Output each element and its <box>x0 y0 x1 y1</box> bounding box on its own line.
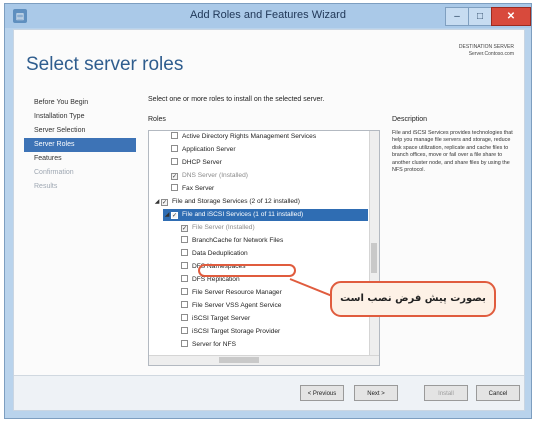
wizard-body: Select server roles DESTINATION SERVER S… <box>13 29 525 411</box>
expand-arrow-icon[interactable]: ◢ <box>163 209 171 221</box>
role-label: Data Deduplication <box>192 250 248 257</box>
wizard-window: ▤ Add Roles and Features Wizard – □ ✕ Se… <box>4 3 532 419</box>
highlight-ring <box>198 264 296 277</box>
role-row[interactable]: ✓ DNS Server (Installed) <box>163 170 368 182</box>
role-checkbox[interactable] <box>171 145 178 152</box>
role-label: File and iSCSI Services (1 of 11 install… <box>182 211 304 218</box>
role-label: Active Directory Rights Management Servi… <box>182 133 317 140</box>
role-checkbox[interactable] <box>181 327 188 334</box>
role-checkbox[interactable] <box>181 236 188 243</box>
install-button[interactable]: Install <box>424 385 468 401</box>
role-label: DNS Server (Installed) <box>182 172 248 179</box>
role-checkbox[interactable]: ✓ <box>181 225 188 232</box>
role-row[interactable]: Data Deduplication <box>173 248 368 260</box>
role-checkbox[interactable] <box>181 249 188 256</box>
role-row[interactable]: Server for NFS <box>173 339 368 351</box>
role-row[interactable]: iSCSI Target Storage Provider <box>173 326 368 338</box>
role-checkbox[interactable] <box>181 262 188 269</box>
role-row[interactable]: Fax Server <box>163 183 368 195</box>
role-checkbox[interactable]: ✓ <box>171 212 178 219</box>
role-label: DFS Replication <box>192 276 240 283</box>
role-label: BranchCache for Network Files <box>192 237 284 244</box>
role-row[interactable]: ◢ ✓ File and iSCSI Services (1 of 11 insta… <box>163 209 368 221</box>
nav-step[interactable]: Features <box>24 152 136 166</box>
role-label: iSCSI Target Server <box>192 315 251 322</box>
role-label: File Server (Installed) <box>192 224 255 231</box>
button-bar: < Previous Next > Install Cancel <box>14 375 524 410</box>
role-checkbox[interactable] <box>171 132 178 139</box>
role-label: File and Storage Services (2 of 12 insta… <box>172 198 300 205</box>
role-row[interactable]: DHCP Server <box>163 157 368 169</box>
description-title: Description <box>392 116 428 123</box>
role-row[interactable]: BranchCache for Network Files <box>173 235 368 247</box>
role-row[interactable]: ✓ File Server (Installed) <box>173 222 368 234</box>
role-label: Application Server <box>182 146 236 153</box>
role-checkbox[interactable] <box>181 340 188 347</box>
nav-step[interactable]: Before You Begin <box>24 96 136 110</box>
nav-step[interactable]: Installation Type <box>24 110 136 124</box>
role-checkbox[interactable] <box>171 158 178 165</box>
role-checkbox[interactable] <box>171 184 178 191</box>
roles-vertical-scrollbar[interactable] <box>369 131 379 357</box>
title-bar: ▤ Add Roles and Features Wizard – □ ✕ <box>5 4 531 28</box>
nav-step: Confirmation <box>34 169 74 176</box>
role-label: Server for NFS <box>192 341 236 348</box>
destination-server: DESTINATION SERVER Server.Contoso.com <box>459 44 514 58</box>
role-label: DHCP Server <box>182 159 222 166</box>
role-row[interactable]: Application Server <box>163 144 368 156</box>
maximize-button[interactable]: □ <box>468 7 492 26</box>
role-checkbox[interactable] <box>181 288 188 295</box>
role-label: iSCSI Target Storage Provider <box>192 328 281 335</box>
close-button[interactable]: ✕ <box>491 7 531 26</box>
page-title: Select server roles <box>26 54 184 75</box>
role-label: Fax Server <box>182 185 215 192</box>
nav-step[interactable]: Server Selection <box>24 124 136 138</box>
role-row[interactable]: Active Directory Rights Management Servi… <box>163 131 368 143</box>
previous-button[interactable]: < Previous <box>300 385 344 401</box>
destination-value: Server.Contoso.com <box>468 51 514 57</box>
cancel-button[interactable]: Cancel <box>476 385 520 401</box>
role-checkbox[interactable] <box>181 275 188 282</box>
scroll-thumb[interactable] <box>219 357 259 363</box>
nav-step: Results <box>34 183 58 190</box>
instruction-text: Select one or more roles to install on t… <box>148 96 325 103</box>
role-checkbox[interactable]: ✓ <box>161 199 168 206</box>
minimize-button[interactable]: – <box>445 7 469 26</box>
description-text: File and iSCSI Services provides technol… <box>392 130 513 174</box>
next-button[interactable]: Next > <box>354 385 398 401</box>
role-label: File Server VSS Agent Service <box>192 302 282 309</box>
nav-step[interactable]: Server Roles <box>24 138 136 152</box>
roles-list[interactable]: Active Directory Rights Management Servi… <box>148 130 380 366</box>
annotation-callout: بصورت پیش فرض نصب است <box>330 281 496 317</box>
role-checkbox[interactable] <box>181 301 188 308</box>
role-checkbox[interactable] <box>181 314 188 321</box>
scroll-thumb[interactable] <box>371 243 377 273</box>
expand-arrow-icon[interactable]: ◢ <box>153 196 161 208</box>
destination-label: DESTINATION SERVER <box>458 44 514 50</box>
role-label: File Server Resource Manager <box>192 289 282 296</box>
roles-horizontal-scrollbar[interactable] <box>149 355 379 365</box>
roles-label: Roles <box>148 116 166 123</box>
role-row[interactable]: ◢ ✓ File and Storage Services (2 of 12 ins… <box>153 196 368 208</box>
wizard-steps-nav: Before You Begin Installation Type Server … <box>24 96 136 194</box>
role-checkbox[interactable]: ✓ <box>171 173 178 180</box>
